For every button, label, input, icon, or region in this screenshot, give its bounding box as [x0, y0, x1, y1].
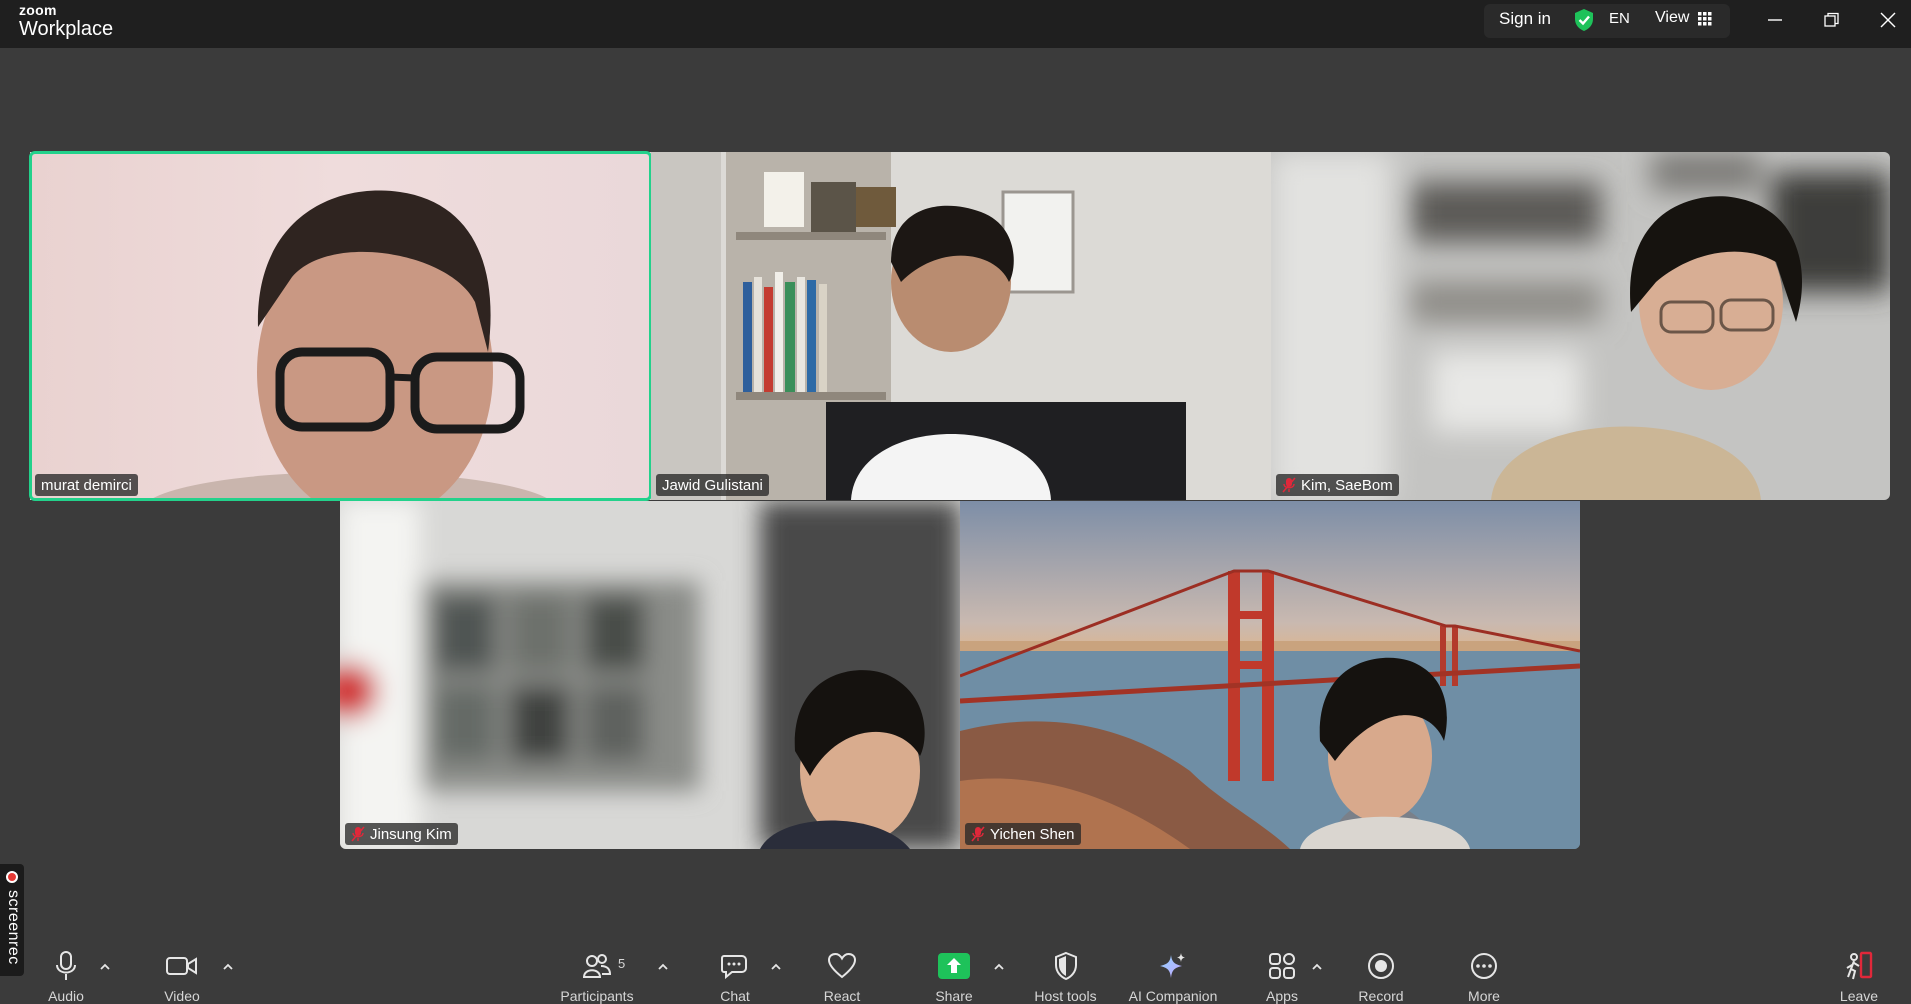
leave-icon [1846, 951, 1873, 980]
host-tools-button[interactable]: Host tools [1028, 948, 1103, 1004]
video-tile-murat-demirci[interactable]: murat demirci [30, 152, 651, 500]
record-icon [1368, 953, 1394, 979]
participant-video [30, 152, 651, 500]
audio-button[interactable]: Audio [40, 948, 92, 1004]
name-label: murat demirci [35, 474, 138, 496]
title-bar: zoom Workplace Sign in EN View [0, 0, 1911, 48]
share-arrow-icon [938, 953, 970, 979]
participant-name: Jinsung Kim [370, 825, 452, 843]
heart-icon [827, 952, 857, 979]
share-options-chevron-up-icon[interactable] [992, 960, 1006, 974]
apps-options-chevron-up-icon[interactable] [1310, 960, 1324, 974]
participants-button[interactable]: Participants [552, 948, 642, 1004]
leave-button[interactable]: Leave [1834, 948, 1884, 1004]
name-label: Yichen Shen [965, 823, 1081, 845]
close-icon [1880, 12, 1896, 28]
participant-name: murat demirci [41, 476, 132, 494]
participant-name: Jawid Gulistani [662, 476, 763, 494]
view-button[interactable]: View [1655, 9, 1689, 27]
sparkle-icon [1160, 953, 1185, 978]
video-tile-yichen-shen[interactable]: Yichen Shen [960, 501, 1580, 849]
muted-mic-icon [1282, 477, 1296, 493]
video-button[interactable]: Video [156, 948, 208, 1004]
more-button[interactable]: More [1458, 948, 1510, 1004]
close-button[interactable] [1871, 6, 1905, 34]
name-label: Kim, SaeBom [1276, 474, 1399, 496]
share-button[interactable]: Share [928, 948, 980, 1004]
microphone-icon [56, 951, 76, 980]
meeting-toolbar: Audio Video Participants 5 Chat React Sh… [0, 930, 1911, 1004]
minimize-icon [1768, 19, 1782, 21]
apps-icon [1269, 953, 1295, 979]
participant-video [960, 501, 1580, 849]
grid-icon[interactable] [1698, 12, 1712, 26]
language-button[interactable]: EN [1609, 10, 1630, 27]
more-dots-icon [1471, 953, 1497, 979]
video-tile-jawid-gulistani[interactable]: Jawid Gulistani [651, 152, 1271, 500]
participant-video [1271, 152, 1890, 500]
participant-name: Yichen Shen [990, 825, 1075, 843]
participant-video [651, 152, 1271, 500]
react-button[interactable]: React [816, 948, 868, 1004]
record-dot-icon [6, 871, 18, 883]
participant-name: Kim, SaeBom [1301, 476, 1393, 494]
video-tile-kim-saebom[interactable]: Kim, SaeBom [1271, 152, 1890, 500]
name-label: Jawid Gulistani [656, 474, 769, 496]
minimize-button[interactable] [1758, 6, 1792, 34]
restore-icon [1824, 12, 1839, 27]
restore-button[interactable] [1815, 6, 1849, 34]
app-logo: zoom Workplace [19, 2, 113, 40]
muted-mic-icon [351, 826, 365, 842]
participant-video [340, 501, 960, 849]
shield-check-icon[interactable] [1573, 8, 1595, 32]
participants-options-chevron-up-icon[interactable] [656, 960, 670, 974]
host-shield-icon [1054, 951, 1077, 981]
sign-in-button[interactable]: Sign in [1499, 9, 1551, 29]
chat-icon [721, 955, 747, 980]
participant-count: 5 [618, 956, 626, 971]
brand-small: zoom [19, 2, 57, 18]
name-label: Jinsung Kim [345, 823, 458, 845]
apps-button[interactable]: Apps [1256, 948, 1308, 1004]
chat-options-chevron-up-icon[interactable] [769, 960, 783, 974]
brand-name: Workplace [19, 18, 114, 40]
muted-mic-icon [971, 826, 985, 842]
audio-options-chevron-up-icon[interactable] [98, 960, 112, 974]
video-camera-icon [166, 957, 197, 975]
video-tile-jinsung-kim[interactable]: Jinsung Kim [340, 501, 960, 849]
participants-icon [582, 954, 612, 978]
ai-companion-button[interactable]: AI Companion [1122, 948, 1224, 1004]
chat-button[interactable]: Chat [710, 948, 760, 1004]
video-options-chevron-up-icon[interactable] [221, 960, 235, 974]
record-button[interactable]: Record [1351, 948, 1411, 1004]
